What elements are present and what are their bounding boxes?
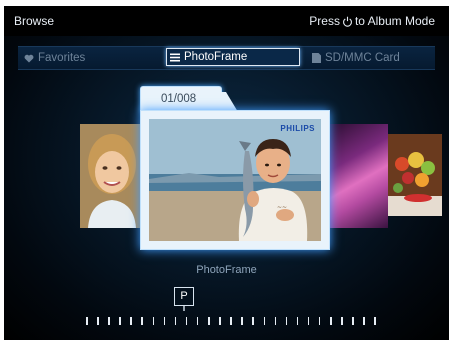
slider-tick [285,317,288,325]
slider-tick [97,317,99,325]
tab-sd-card-label: SD/MMC Card [325,52,400,64]
slider-tick [241,317,243,325]
slider-tick [252,317,254,325]
screen-title: Browse [14,14,55,28]
slider-tick [341,317,343,325]
album-mode-hint: Press to Album Mode [309,14,435,28]
slider-tick [274,317,277,325]
slider-tick [230,317,232,325]
thumbnail-next[interactable] [326,124,388,228]
slider-tick [219,317,221,325]
album-caption: PhotoFrame [196,264,257,276]
slider-track[interactable] [86,317,376,325]
slider-tick [296,317,299,325]
slider-tick [196,317,199,325]
top-bar: Browse Press to Album Mode [4,6,449,36]
source-tabs: Favorites PhotoFrame SD/MMC Card [18,46,435,70]
photo-counter: 01/008 [161,93,197,105]
slider-tick [163,317,166,325]
svg-text:~~: ~~ [277,204,287,211]
girl-photo [80,124,140,228]
slider-tick [141,317,143,325]
slider-tick [108,317,110,325]
slider-tick [86,317,88,325]
photo-browser-screen: Browse Press to Album Mode Favorites Pho… [4,6,449,340]
slider-pointer-icon [183,305,185,311]
tab-sd-card[interactable]: SD/MMC Card [312,49,400,67]
tab-photoframe[interactable]: PhotoFrame [166,48,300,66]
slider-tick [208,317,210,325]
slider-tick [174,317,177,325]
power-icon [343,16,352,27]
slider-tick [363,317,365,325]
tab-ramp [218,92,238,112]
slider-tick [374,317,376,325]
slider-tick [119,317,121,325]
heart-icon [24,54,34,62]
hint-suffix: to Album Mode [354,14,435,28]
photo-counter-tab: 01/008 [140,86,222,113]
tab-favorites-label: Favorites [38,52,86,64]
card-icon [312,53,321,63]
list-icon [170,53,180,61]
tab-photoframe-label: PhotoFrame [184,51,248,63]
thumbnail-next-2[interactable] [388,134,442,216]
tab-favorites[interactable]: Favorites [24,49,85,67]
slider-tick [318,317,321,325]
boy-with-fish: ~~ [238,139,308,241]
slider-tick [352,317,354,325]
current-photo-card[interactable]: 01/008 PHILIPS ~~ [140,86,330,250]
slider-tick [330,317,332,325]
slider-tick [130,317,132,325]
slider-tick [152,317,155,325]
current-photo[interactable]: PHILIPS ~~ [149,119,321,241]
slider-tick [185,317,188,325]
slider-tick [307,317,310,325]
thumbnail-previous[interactable] [80,124,140,228]
fruit-photo [388,134,442,216]
photo-frame: PHILIPS ~~ [140,110,330,250]
slider-position-marker[interactable]: P [174,287,194,306]
slider-tick [263,317,265,325]
hint-prefix: Press [309,14,340,28]
